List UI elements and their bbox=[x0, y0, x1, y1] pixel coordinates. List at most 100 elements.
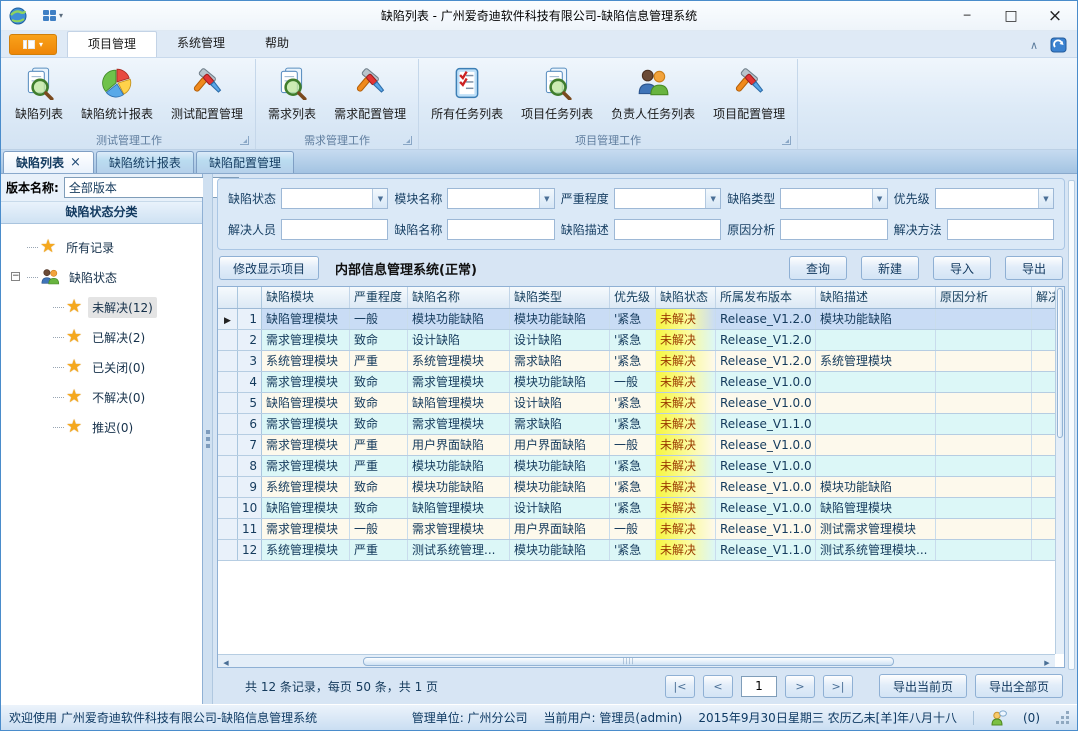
dialog-launcher-icon[interactable] bbox=[782, 136, 791, 145]
modify-display-items-button[interactable]: 修改显示项目 bbox=[219, 256, 319, 280]
row-selector[interactable] bbox=[218, 372, 238, 392]
column-header[interactable]: 原因分析 bbox=[936, 287, 1032, 308]
table-row[interactable]: 11需求管理模块一般需求管理模块用户界面缺陷一般未解决Release_V1.1.… bbox=[218, 519, 1055, 540]
filter-combo[interactable] bbox=[935, 188, 1054, 209]
dialog-launcher-icon[interactable] bbox=[240, 136, 249, 145]
filter-combo-input[interactable] bbox=[615, 189, 705, 208]
row-selector[interactable] bbox=[218, 393, 238, 413]
export-button[interactable]: 导出 bbox=[1005, 256, 1063, 280]
column-header[interactable]: 缺陷状态 bbox=[656, 287, 716, 308]
row-selector[interactable] bbox=[218, 540, 238, 560]
filter-combo[interactable] bbox=[614, 188, 721, 209]
tree-item[interactable]: 缺陷状态 bbox=[1, 262, 202, 292]
filter-combo[interactable] bbox=[780, 188, 887, 209]
column-header[interactable]: 缺陷描述 bbox=[816, 287, 936, 308]
filter-combo-input[interactable] bbox=[282, 189, 372, 208]
tree-item[interactable]: 所有记录 bbox=[1, 232, 202, 262]
table-row[interactable]: 4需求管理模块致命需求管理模块模块功能缺陷一般未解决Release_V1.0.0 bbox=[218, 372, 1055, 393]
filter-textbox[interactable] bbox=[447, 219, 554, 240]
chevron-down-icon[interactable] bbox=[705, 189, 720, 208]
filter-combo-input[interactable] bbox=[448, 189, 538, 208]
scrollbar-thumb[interactable] bbox=[1057, 288, 1063, 438]
column-header[interactable]: 缺陷名称 bbox=[408, 287, 510, 308]
ribbon-button[interactable]: 项目配置管理 bbox=[704, 61, 794, 124]
row-selector[interactable] bbox=[218, 498, 238, 518]
next-page-button[interactable]: > bbox=[785, 675, 815, 698]
horizontal-scrollbar[interactable] bbox=[218, 654, 1055, 667]
filter-textbox[interactable] bbox=[947, 219, 1054, 240]
table-row[interactable]: 6需求管理模块致命需求管理模块需求缺陷'紧急未解决Release_V1.1.0 bbox=[218, 414, 1055, 435]
table-row[interactable]: 3系统管理模块严重系统管理模块需求缺陷'紧急未解决Release_V1.2.0系… bbox=[218, 351, 1055, 372]
document-tab[interactable]: 缺陷统计报表 bbox=[96, 151, 194, 173]
table-row[interactable]: 9系统管理模块致命模块功能缺陷模块功能缺陷'紧急未解决Release_V1.0.… bbox=[218, 477, 1055, 498]
application-menu-button[interactable]: ▾ bbox=[9, 34, 57, 55]
filter-text-input[interactable] bbox=[282, 220, 387, 239]
scroll-right-icon[interactable] bbox=[1039, 654, 1055, 668]
ribbon-button[interactable]: 需求配置管理 bbox=[325, 61, 415, 124]
table-row[interactable]: 2需求管理模块致命设计缺陷设计缺陷'紧急未解决Release_V1.2.0 bbox=[218, 330, 1055, 351]
column-header[interactable]: 解决方法 bbox=[1032, 287, 1055, 308]
filter-text-input[interactable] bbox=[781, 220, 886, 239]
column-header[interactable]: 缺陷模块 bbox=[262, 287, 350, 308]
collapse-ribbon-icon[interactable]: ∧ bbox=[1030, 39, 1038, 52]
tree-collapse-icon[interactable] bbox=[11, 272, 20, 281]
splitter[interactable] bbox=[203, 174, 213, 704]
close-tab-icon[interactable] bbox=[70, 155, 81, 170]
filter-combo[interactable] bbox=[447, 188, 554, 209]
column-header[interactable]: 所属发布版本 bbox=[716, 287, 816, 308]
filter-textbox[interactable] bbox=[281, 219, 388, 240]
table-row[interactable]: 1缺陷管理模块一般模块功能缺陷模块功能缺陷'紧急未解决Release_V1.2.… bbox=[218, 309, 1055, 330]
query-button[interactable]: 查询 bbox=[789, 256, 847, 280]
maximize-button[interactable] bbox=[989, 1, 1033, 30]
page-vertical-scrollbar[interactable] bbox=[1068, 180, 1075, 670]
export-current-page-button[interactable]: 导出当前页 bbox=[879, 674, 967, 698]
quick-access-toolbar-button[interactable]: ▾ bbox=[39, 8, 67, 23]
chevron-down-icon[interactable] bbox=[539, 189, 554, 208]
filter-combo-input[interactable] bbox=[781, 189, 871, 208]
document-tab[interactable]: 缺陷列表 bbox=[3, 151, 94, 173]
filter-text-input[interactable] bbox=[615, 220, 720, 239]
import-button[interactable]: 导入 bbox=[933, 256, 991, 280]
filter-textbox[interactable] bbox=[780, 219, 887, 240]
tree-item[interactable]: 不解决(0) bbox=[1, 382, 202, 412]
skin-style-icon[interactable] bbox=[1050, 37, 1067, 53]
chevron-down-icon[interactable] bbox=[1038, 189, 1053, 208]
close-button[interactable] bbox=[1033, 1, 1077, 30]
table-row[interactable]: 8需求管理模块严重模块功能缺陷模块功能缺陷'紧急未解决Release_V1.0.… bbox=[218, 456, 1055, 477]
ribbon-button[interactable]: 测试配置管理 bbox=[162, 61, 252, 124]
last-page-button[interactable]: >| bbox=[823, 675, 853, 698]
table-row[interactable]: 5缺陷管理模块致命缺陷管理模块设计缺陷'紧急未解决Release_V1.0.0 bbox=[218, 393, 1055, 414]
dialog-launcher-icon[interactable] bbox=[403, 136, 412, 145]
prev-page-button[interactable]: < bbox=[703, 675, 733, 698]
row-selector[interactable] bbox=[218, 414, 238, 434]
filter-textbox[interactable] bbox=[614, 219, 721, 240]
version-select-input[interactable] bbox=[65, 178, 223, 197]
table-row[interactable]: 7需求管理模块严重用户界面缺陷用户界面缺陷一般未解决Release_V1.0.0 bbox=[218, 435, 1055, 456]
row-selector[interactable] bbox=[218, 456, 238, 476]
resize-grip[interactable] bbox=[1056, 711, 1069, 724]
scrollbar-thumb[interactable] bbox=[363, 657, 894, 666]
new-button[interactable]: 新建 bbox=[861, 256, 919, 280]
table-row[interactable]: 10缺陷管理模块致命缺陷管理模块设计缺陷'紧急未解决Release_V1.0.0… bbox=[218, 498, 1055, 519]
row-selector[interactable] bbox=[218, 519, 238, 539]
tree-item[interactable]: 推迟(0) bbox=[1, 412, 202, 442]
document-tab[interactable]: 缺陷配置管理 bbox=[196, 151, 294, 173]
column-header[interactable]: 缺陷类型 bbox=[510, 287, 610, 308]
table-row[interactable]: 12系统管理模块严重测试系统管理...模块功能缺陷'紧急未解决Release_V… bbox=[218, 540, 1055, 561]
user-message-icon[interactable] bbox=[990, 710, 1007, 726]
column-header[interactable]: 优先级 bbox=[610, 287, 656, 308]
row-selector[interactable] bbox=[218, 477, 238, 497]
page-number-input[interactable] bbox=[741, 676, 777, 697]
tree-item[interactable]: 未解决(12) bbox=[1, 292, 202, 322]
ribbon-button[interactable]: 缺陷统计报表 bbox=[72, 61, 162, 124]
column-header[interactable]: 严重程度 bbox=[350, 287, 408, 308]
ribbon-tab[interactable]: 项目管理 bbox=[67, 31, 157, 57]
chevron-down-icon[interactable] bbox=[872, 189, 887, 208]
export-all-pages-button[interactable]: 导出全部页 bbox=[975, 674, 1063, 698]
filter-combo[interactable] bbox=[281, 188, 388, 209]
ribbon-button[interactable]: 需求列表 bbox=[259, 61, 325, 124]
ribbon-button[interactable]: 负责人任务列表 bbox=[602, 61, 704, 124]
row-selector[interactable] bbox=[218, 351, 238, 371]
ribbon-button[interactable]: 所有任务列表 bbox=[422, 61, 512, 124]
tree-item[interactable]: 已解决(2) bbox=[1, 322, 202, 352]
